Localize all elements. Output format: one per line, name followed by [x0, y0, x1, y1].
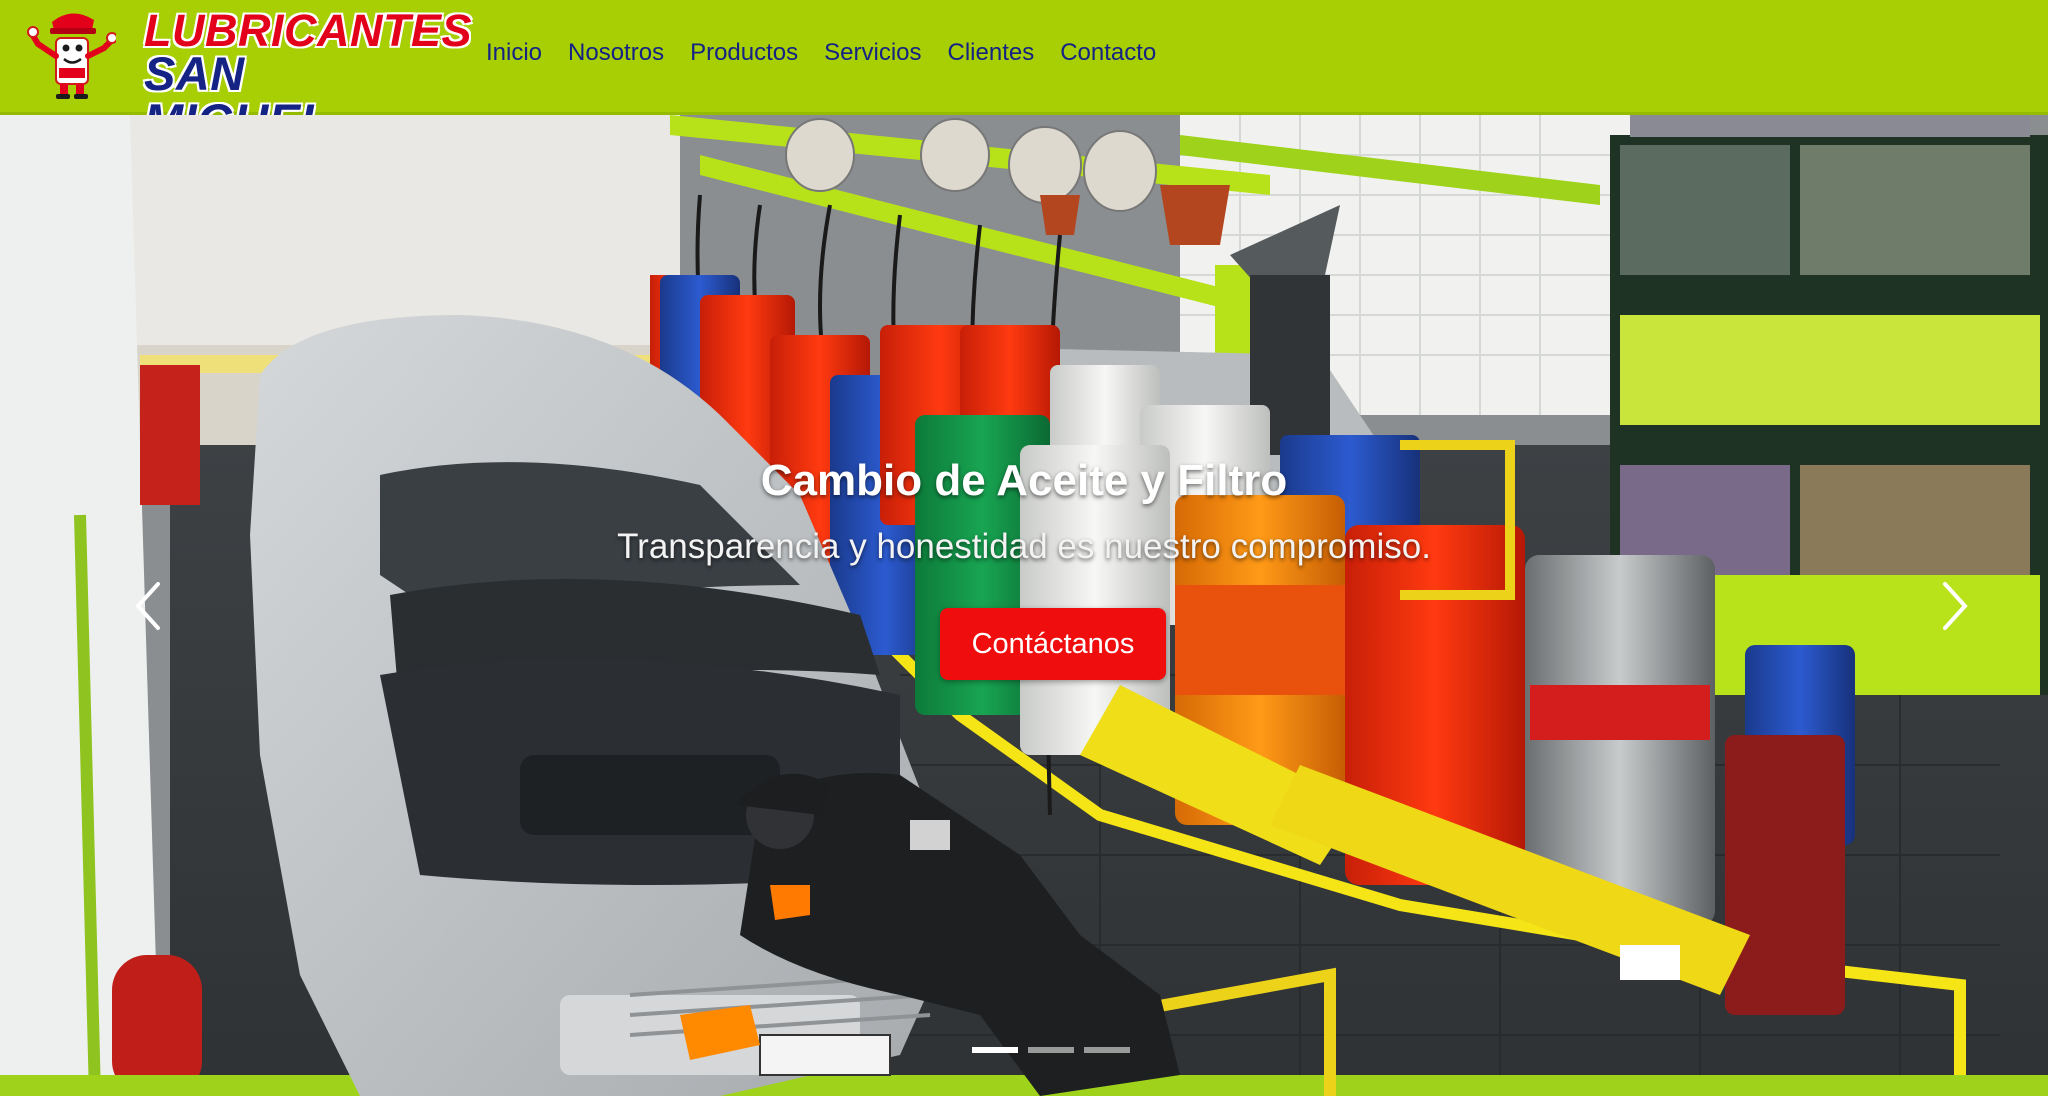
- nav-contacto[interactable]: Contacto: [1047, 36, 1169, 70]
- carousel-indicator-1[interactable]: [972, 1047, 1018, 1053]
- carousel-indicator-2[interactable]: [1028, 1047, 1074, 1053]
- nav-inicio[interactable]: Inicio: [474, 36, 555, 70]
- carousel-indicators: [972, 1047, 1130, 1053]
- slide-cta-container: Contáctanos: [0, 115, 2048, 1096]
- carousel-indicator-3[interactable]: [1084, 1047, 1130, 1053]
- contactanos-button[interactable]: Contáctanos: [940, 608, 1166, 680]
- nav-productos[interactable]: Productos: [677, 36, 811, 70]
- nav-clientes[interactable]: Clientes: [935, 36, 1048, 70]
- main-nav: Inicio Nosotros Productos Servicios Clie…: [474, 36, 1169, 70]
- nav-nosotros[interactable]: Nosotros: [555, 36, 677, 70]
- brand-logo[interactable]: LUBRICANTES SAN MIGUEL: [26, 4, 472, 144]
- chevron-left-icon: [135, 581, 160, 630]
- carousel-next-button[interactable]: [1900, 115, 2010, 1096]
- carousel-prev-button[interactable]: [93, 115, 203, 1096]
- navbar: LUBRICANTES SAN MIGUEL Inicio Nosotros P…: [0, 0, 2048, 144]
- chevron-right-icon: [1943, 581, 1968, 630]
- brand-wordmark: LUBRICANTES SAN MIGUEL: [118, 4, 472, 144]
- nav-servicios[interactable]: Servicios: [811, 36, 934, 70]
- hero-carousel: Cambio de Aceite y Filtro Transparencia …: [0, 115, 2048, 1096]
- oil-can-mascot-icon: [27, 13, 116, 99]
